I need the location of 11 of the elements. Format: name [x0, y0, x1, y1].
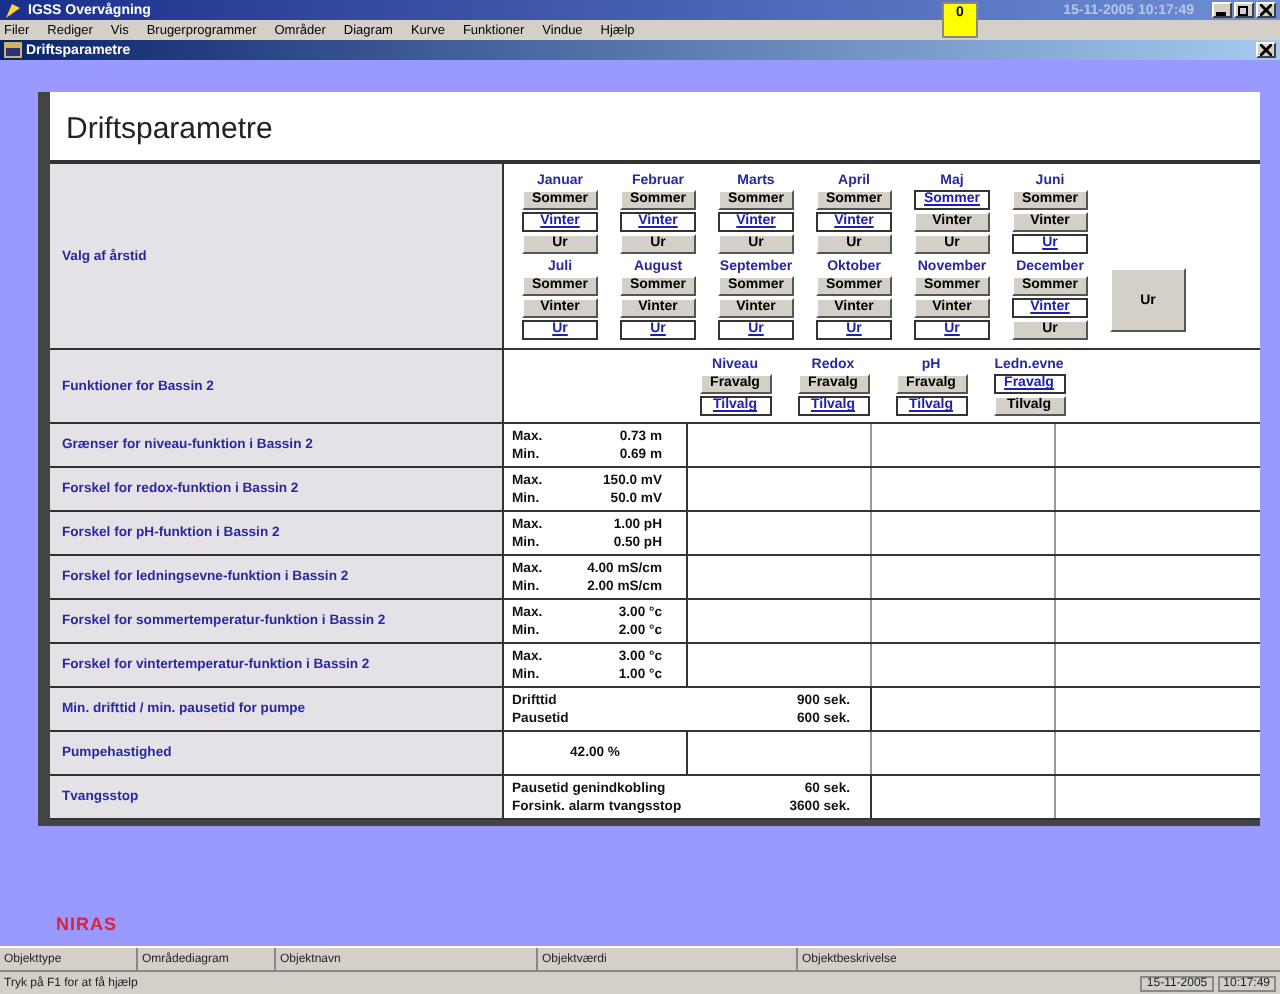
close-button[interactable]: [1256, 42, 1276, 58]
company-logo: NIRAS: [56, 914, 118, 934]
minimize-button[interactable]: [1212, 2, 1232, 18]
close-icon: [1260, 44, 1272, 56]
window-icon: [4, 42, 22, 58]
restore-icon: [1238, 4, 1250, 16]
app-icon: [4, 1, 22, 19]
page-heading: Driftsparametre: [64, 112, 275, 150]
close-button[interactable]: [1256, 2, 1276, 18]
restore-button[interactable]: [1234, 2, 1254, 18]
close-icon: [1260, 4, 1272, 16]
